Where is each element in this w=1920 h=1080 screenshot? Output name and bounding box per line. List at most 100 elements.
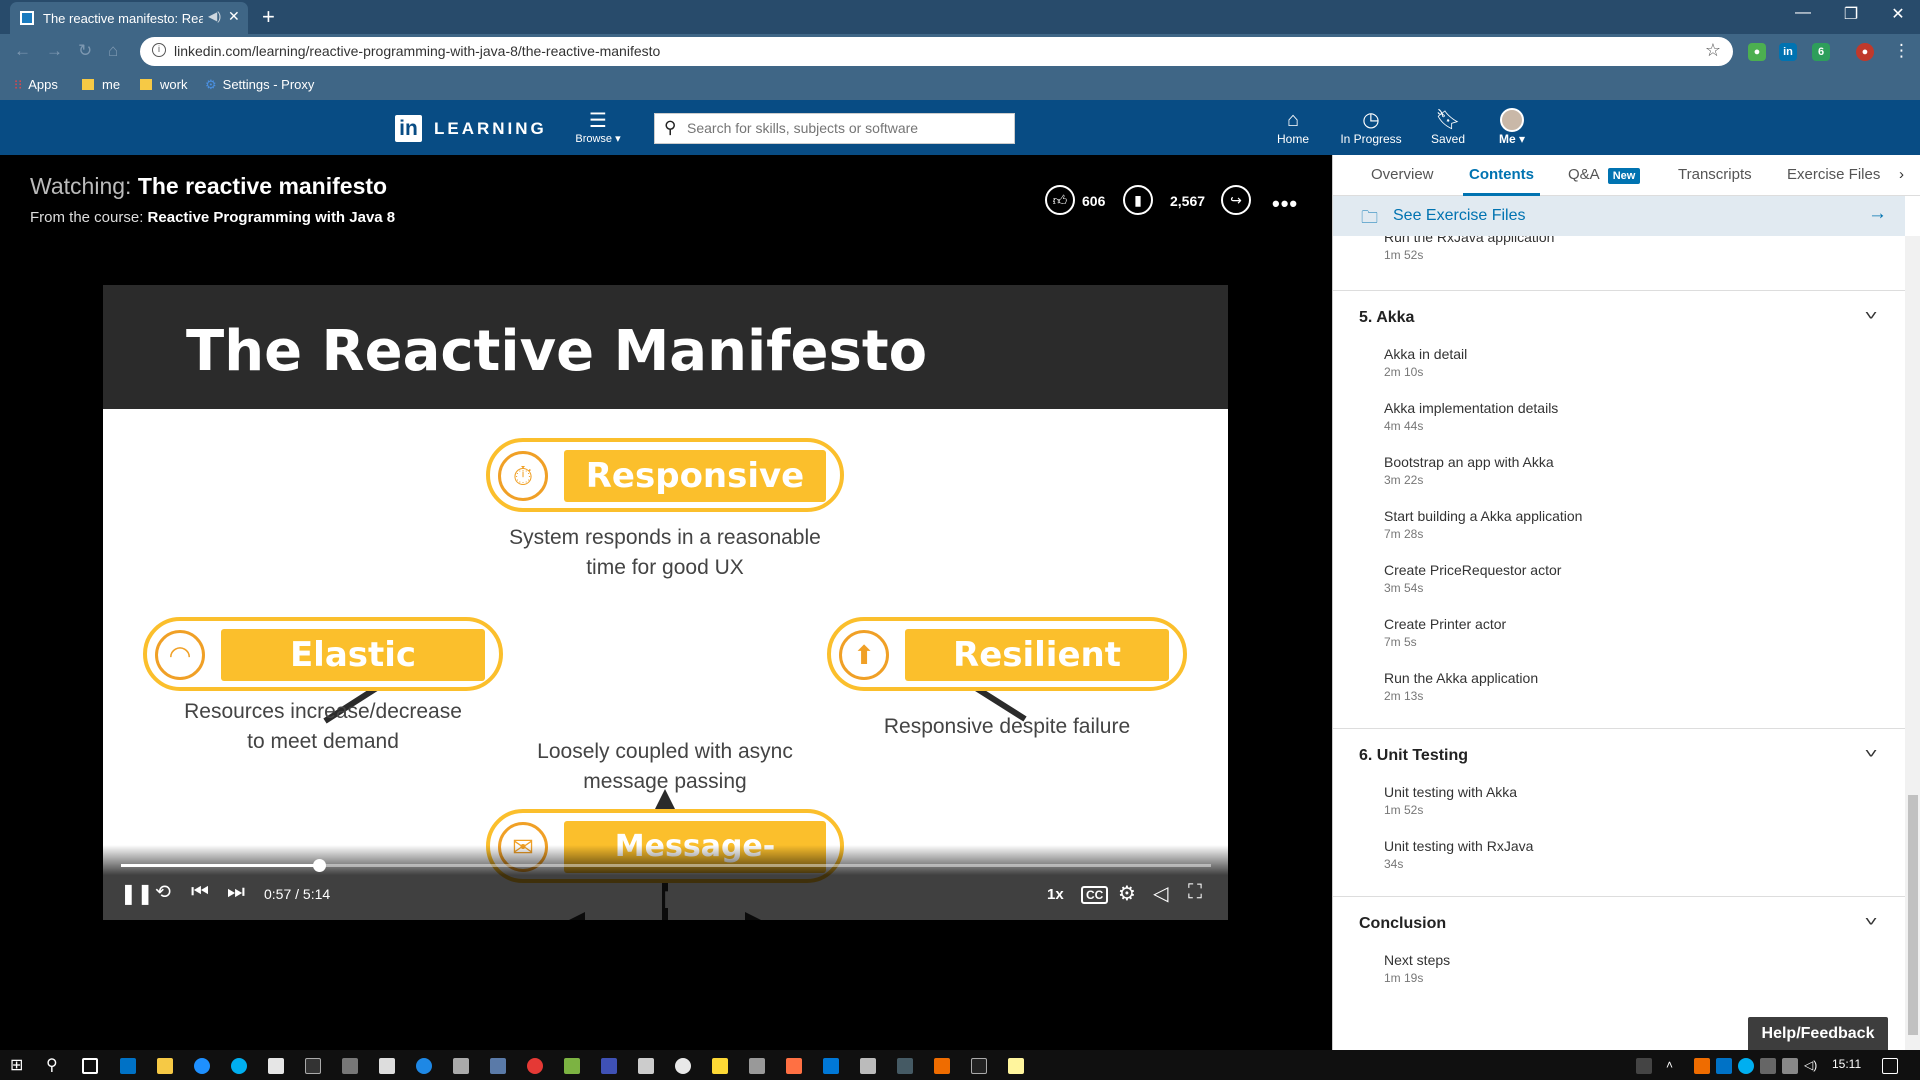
notepad-icon[interactable] xyxy=(1008,1058,1024,1074)
notifications-icon[interactable] xyxy=(1882,1058,1898,1074)
tray-app-icon[interactable] xyxy=(1694,1058,1710,1074)
bookmark-apps[interactable]: ⁝⁝ Apps xyxy=(14,77,58,93)
app-icon[interactable] xyxy=(897,1058,913,1074)
vscode-icon[interactable] xyxy=(823,1058,839,1074)
restore-window-button[interactable]: ❐ xyxy=(1831,4,1871,24)
app-icon[interactable] xyxy=(564,1058,580,1074)
rewind-10-icon[interactable]: ⟲ xyxy=(155,881,171,904)
browse-menu[interactable]: ☰ Browse ▾ xyxy=(568,110,628,145)
ie-icon[interactable] xyxy=(194,1058,210,1074)
nav-me[interactable]: Me ▾ xyxy=(1475,108,1549,146)
tab-exercise-files[interactable]: Exercise Files xyxy=(1787,166,1880,183)
skype-icon[interactable] xyxy=(231,1058,247,1074)
new-tab-button[interactable]: + xyxy=(262,4,275,30)
toc-item[interactable]: Akka implementation details 4m 44s xyxy=(1384,400,1558,433)
app-icon[interactable] xyxy=(342,1058,358,1074)
captions-button[interactable]: CC xyxy=(1081,886,1109,904)
save-button[interactable]: ▮ xyxy=(1123,185,1153,215)
chevron-down-icon[interactable]: ˅ xyxy=(1865,913,1878,929)
sticky-notes-icon[interactable] xyxy=(712,1058,728,1074)
file-explorer-icon[interactable] xyxy=(157,1058,173,1074)
nav-in-progress[interactable]: ◷ In Progress xyxy=(1334,108,1408,146)
toc-item[interactable]: Run the Akka application 2m 13s xyxy=(1384,670,1538,703)
chevron-down-icon[interactable]: ˅ xyxy=(1865,307,1878,323)
7zip-icon[interactable] xyxy=(971,1058,987,1074)
speed-button[interactable]: 1x xyxy=(1047,886,1064,903)
app-icon[interactable] xyxy=(675,1058,691,1074)
toc-item[interactable]: Bootstrap an app with Akka 3m 22s xyxy=(1384,454,1554,487)
omnibox[interactable]: i linkedin.com/learning/reactive-program… xyxy=(140,37,1733,66)
task-view-icon[interactable] xyxy=(82,1058,98,1074)
toc-item[interactable]: Next steps 1m 19s xyxy=(1384,952,1450,985)
app-icon[interactable] xyxy=(453,1058,469,1074)
nav-saved[interactable]: 🔖︎ Saved xyxy=(1411,108,1485,146)
bookmark-work[interactable]: work xyxy=(140,77,187,92)
settings-gear-icon[interactable]: ⚙ xyxy=(1118,881,1136,906)
video-player[interactable]: The Reactive Manifesto ⏱︎ Responsive Sys… xyxy=(103,285,1228,920)
intellij-icon[interactable] xyxy=(749,1058,765,1074)
linkedin-extension-icon[interactable]: in xyxy=(1779,43,1797,61)
close-window-button[interactable]: ✕ xyxy=(1878,4,1918,24)
share-button[interactable]: ↪ xyxy=(1221,185,1251,215)
next-icon[interactable]: ⏭︎ xyxy=(227,881,245,904)
chapter-title[interactable]: 5. Akka xyxy=(1359,309,1414,327)
bookmark-settings-proxy[interactable]: ⚙ Settings - Proxy xyxy=(205,77,314,93)
extension-badge-icon[interactable]: 6 xyxy=(1812,43,1830,61)
search-icon[interactable]: ⚲ xyxy=(46,1055,62,1074)
toc-item[interactable]: Run the RxJava application 1m 52s xyxy=(1384,236,1554,262)
like-button[interactable]: 👍︎ xyxy=(1045,185,1075,215)
windows-start-icon[interactable]: ⊞ xyxy=(10,1055,26,1074)
app-icon[interactable] xyxy=(934,1058,950,1074)
intellij-icon[interactable] xyxy=(379,1058,395,1074)
app-icon[interactable] xyxy=(490,1058,506,1074)
chapter-title[interactable]: Conclusion xyxy=(1359,915,1446,933)
network-icon[interactable] xyxy=(1782,1058,1798,1074)
tab-contents[interactable]: Contents xyxy=(1469,166,1534,183)
toc-item[interactable]: Create PriceRequestor actor 3m 54s xyxy=(1384,562,1561,595)
search-box[interactable]: ⚲ xyxy=(654,113,1015,144)
search-input[interactable] xyxy=(687,120,1007,136)
browser-menu-icon[interactable]: ⋮ xyxy=(1893,41,1910,61)
app-icon[interactable] xyxy=(601,1058,617,1074)
toc-item[interactable]: Unit testing with RxJava 34s xyxy=(1384,838,1533,871)
toc-item[interactable]: Start building a Akka application 7m 28s xyxy=(1384,508,1582,541)
scrollbar-thumb[interactable] xyxy=(1908,795,1918,1035)
nav-home[interactable]: ⌂ Home xyxy=(1256,108,1330,146)
tab-transcripts[interactable]: Transcripts xyxy=(1678,166,1752,183)
see-exercise-files-bar[interactable]: 🗀 See Exercise Files → xyxy=(1333,196,1905,236)
app-icon[interactable] xyxy=(638,1058,654,1074)
battery-icon[interactable] xyxy=(1760,1058,1776,1074)
profile-icon[interactable]: ● xyxy=(1856,43,1874,61)
toc-item[interactable]: Akka in detail 2m 10s xyxy=(1384,346,1467,379)
app-icon[interactable] xyxy=(268,1058,284,1074)
outlook-icon[interactable] xyxy=(120,1058,136,1074)
tray-outlook-icon[interactable] xyxy=(1716,1058,1732,1074)
more-options-icon[interactable]: ••• xyxy=(1272,191,1298,217)
chevron-down-icon[interactable]: ˅ xyxy=(1865,745,1878,761)
help-feedback-button[interactable]: Help/Feedback xyxy=(1748,1017,1888,1050)
tabs-next-chevron-icon[interactable]: › xyxy=(1899,166,1904,183)
app-icon[interactable] xyxy=(786,1058,802,1074)
tray-skype-icon[interactable] xyxy=(1738,1058,1754,1074)
site-info-icon[interactable]: i xyxy=(152,43,166,57)
close-tab-icon[interactable]: ✕ xyxy=(228,8,240,25)
linkedin-logo[interactable]: in xyxy=(395,115,422,142)
toc-item[interactable]: Create Printer actor 7m 5s xyxy=(1384,616,1506,649)
previous-icon[interactable]: ⏮︎ xyxy=(191,881,209,904)
extension-icon[interactable]: ● xyxy=(1748,43,1766,61)
bookmark-star-icon[interactable]: ☆ xyxy=(1705,40,1721,61)
chrome-icon[interactable] xyxy=(527,1058,543,1074)
toc-item[interactable]: Unit testing with Akka 1m 52s xyxy=(1384,784,1517,817)
volume-icon[interactable]: ◁ xyxy=(1153,881,1168,906)
terminal-icon[interactable] xyxy=(305,1058,321,1074)
minimize-window-button[interactable]: — xyxy=(1783,4,1823,22)
tab-overview[interactable]: Overview xyxy=(1371,166,1434,183)
learning-brand[interactable]: LEARNING xyxy=(434,119,547,139)
tray-chevron-up-icon[interactable]: ˄ xyxy=(1666,1058,1682,1074)
course-title-link[interactable]: Reactive Programming with Java 8 xyxy=(148,209,396,226)
reload-icon[interactable]: ↻ xyxy=(78,41,92,61)
app-icon[interactable] xyxy=(416,1058,432,1074)
people-icon[interactable] xyxy=(1636,1058,1652,1074)
taskbar-clock[interactable]: 15:11 xyxy=(1832,1057,1861,1071)
progress-bar[interactable] xyxy=(121,859,1211,872)
